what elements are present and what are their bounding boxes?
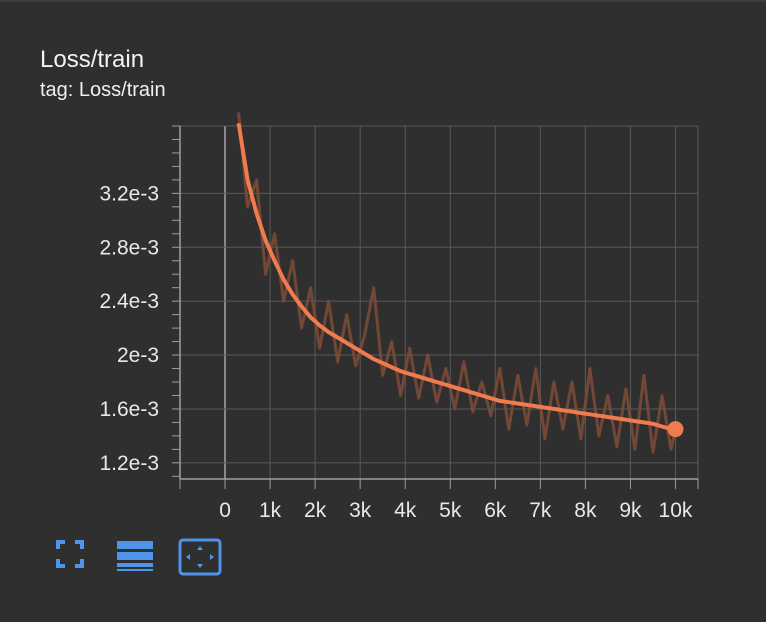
fullscreen-icon [56,540,84,568]
x-tick-label: 4k [394,499,417,522]
legend-icon [117,541,153,571]
y-tick-label: 1.6e-3 [99,398,159,421]
x-tick-label: 3k [349,499,372,522]
x-tick-label: 7k [529,499,552,522]
x-tick-label: 8k [574,499,597,522]
x-tick-label: 6k [484,499,507,522]
y-tick-label: 2.4e-3 [99,290,159,313]
x-tick-label: 1k [259,499,282,522]
x-tick-label: 10k [659,499,693,522]
fullscreen-button[interactable] [54,538,86,570]
smoothed-loss-line [236,122,676,432]
fit-domain-icon [178,538,222,576]
series-layer [236,112,684,454]
x-tick-label: 9k [619,499,642,522]
scalar-card: Loss/train tag: Loss/train 0 1k 2k 3k 4k 5k 6k… [0,0,766,622]
fit-domain-button[interactable] [178,538,222,576]
raw-loss-line [237,112,677,454]
x-tick-label: 0 [219,499,231,522]
loss-chart[interactable]: 0 1k 2k 3k 4k 5k 6k 7k 8k 9k 10k 1.2e-3 1.6e-3 2e-3 2.… [0,2,766,532]
last-point-marker [667,421,684,438]
x-tick-label: 5k [439,499,462,522]
y-tick-label: 1.2e-3 [99,452,159,475]
toggle-legend-button[interactable] [116,538,154,572]
y-tick-label: 2.8e-3 [99,236,159,259]
y-tick-label: 2e-3 [117,344,159,367]
y-tick-label: 3.2e-3 [99,182,159,205]
x-tick-label: 2k [304,499,327,522]
tick-labels: 0 1k 2k 3k 4k 5k 6k 7k 8k 9k 10k 1.2e-3 1.6e-3 2e-3 2.… [99,182,692,522]
